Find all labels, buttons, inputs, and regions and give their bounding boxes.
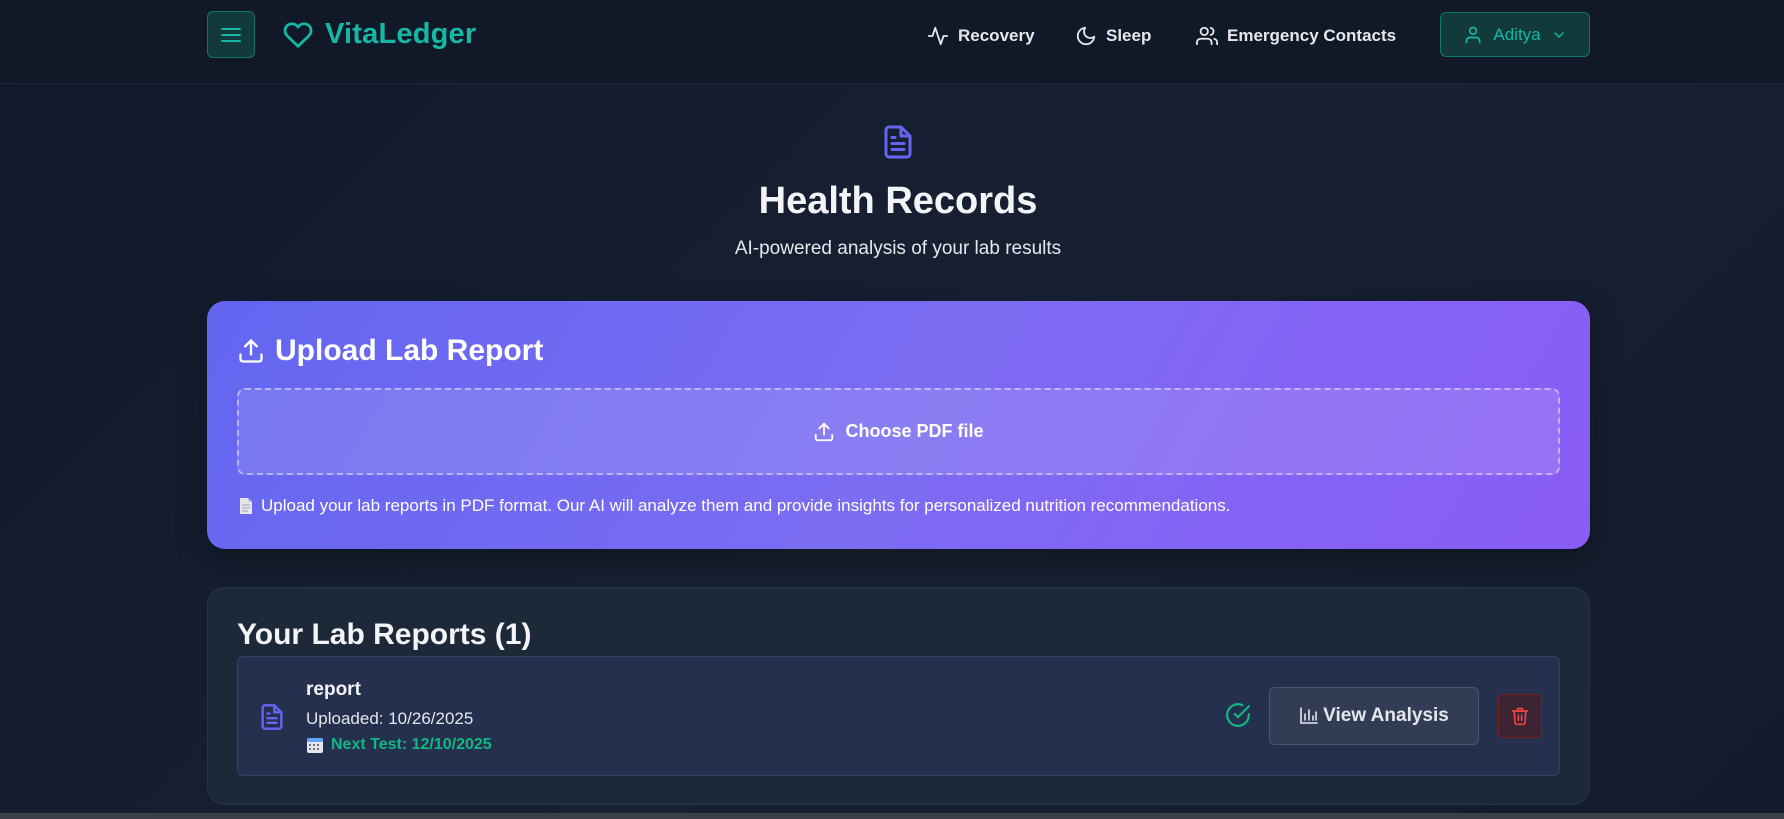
user-icon	[1465, 26, 1481, 43]
view-analysis-button[interactable]: View Analysis	[1269, 687, 1479, 745]
report-next-test-text: Next Test: 12/10/2025	[331, 736, 492, 753]
upload-card: Upload Lab Report Choose PDF file Upload…	[207, 301, 1590, 549]
lab-reports-title: Your Lab Reports (1)	[237, 618, 532, 651]
heart-icon	[283, 21, 313, 48]
lab-reports-card: Your Lab Reports (1) report Uploaded: 10…	[207, 587, 1590, 805]
nav-sleep-label: Sleep	[1106, 26, 1152, 45]
activity-icon	[927, 26, 949, 46]
page-icon	[240, 498, 252, 514]
document-icon	[884, 125, 912, 159]
upload-note-text: Upload your lab reports in PDF format. O…	[261, 496, 1231, 515]
check-circle-icon	[1226, 703, 1250, 727]
nav-recovery-label: Recovery	[958, 26, 1035, 45]
bar-chart-icon	[1300, 707, 1318, 724]
choose-pdf-button[interactable]: Choose PDF file	[237, 388, 1560, 475]
moon-icon	[1076, 26, 1096, 46]
hamburger-icon	[221, 27, 241, 42]
users-icon	[1196, 26, 1218, 46]
app-logo[interactable]: VitaLedger	[283, 18, 476, 51]
page-title: Health Records	[758, 180, 1038, 222]
upload-title: Upload Lab Report	[237, 334, 543, 368]
user-menu-button[interactable]: Aditya	[1440, 12, 1590, 57]
chevron-down-icon	[1553, 31, 1564, 38]
nav-recovery[interactable]: Recovery	[927, 22, 1035, 50]
upload-icon	[239, 339, 263, 363]
page-subtitle: AI-powered analysis of your lab results	[734, 238, 1062, 259]
window-bottom-edge	[0, 813, 1784, 819]
upload-title-text: Upload Lab Report	[275, 334, 544, 367]
report-name: report	[306, 679, 361, 700]
upload-icon	[815, 422, 834, 441]
app-name: VitaLedger	[325, 18, 477, 50]
report-list-item: report Uploaded: 10/26/2025 Next Test: 1…	[237, 656, 1560, 776]
report-upload-date: Uploaded: 10/26/2025	[306, 709, 474, 728]
nav-sleep[interactable]: Sleep	[1075, 22, 1151, 50]
nav-emergency-contacts-label: Emergency Contacts	[1227, 26, 1397, 45]
calendar-icon	[307, 738, 323, 753]
upload-note: Upload your lab reports in PDF format. O…	[239, 496, 1230, 516]
report-next-test: Next Test: 12/10/2025	[306, 736, 492, 754]
menu-button[interactable]	[207, 11, 255, 58]
view-analysis-label: View Analysis	[1323, 705, 1449, 726]
nav-emergency-contacts[interactable]: Emergency Contacts	[1196, 22, 1396, 50]
delete-report-button[interactable]	[1498, 694, 1542, 738]
choose-pdf-label: Choose PDF file	[845, 421, 984, 441]
trash-icon	[1511, 707, 1529, 726]
user-name: Aditya	[1493, 24, 1541, 44]
document-icon	[261, 704, 283, 730]
top-navbar: VitaLedger Recovery Sleep Emergency Cont…	[0, 0, 1784, 84]
